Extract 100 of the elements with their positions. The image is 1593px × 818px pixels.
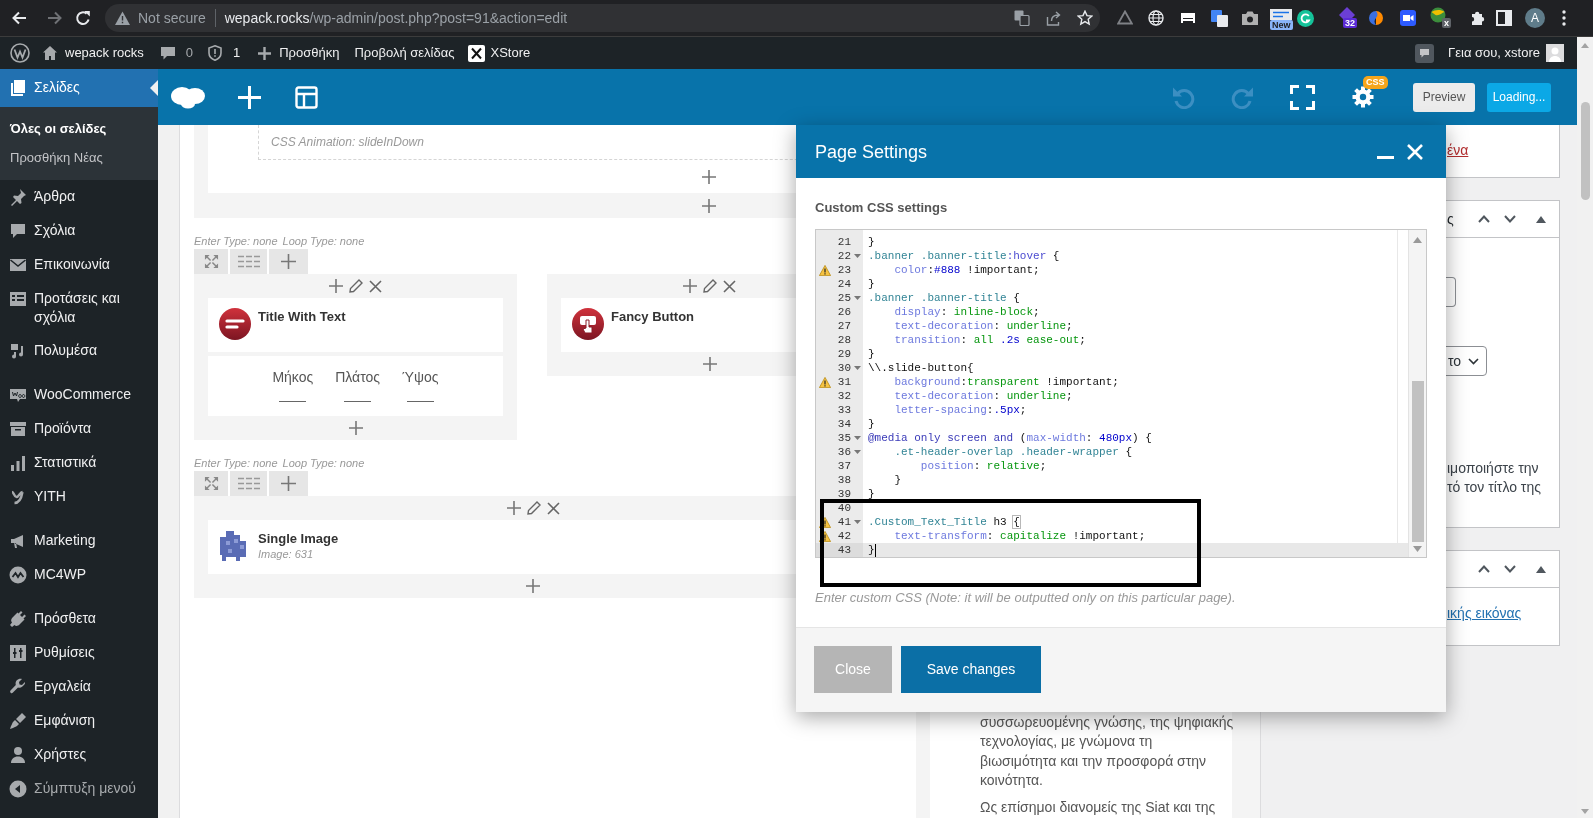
expand-button[interactable] — [194, 471, 228, 496]
swirl-icon[interactable] — [1369, 11, 1383, 25]
close-icon[interactable] — [369, 279, 382, 293]
bookmark-star-icon[interactable] — [1077, 10, 1093, 26]
speech-bubble-icon — [159, 45, 176, 61]
updates-link[interactable]: 1 — [208, 43, 241, 63]
add-icon[interactable] — [526, 579, 540, 593]
sidebar-menu-item[interactable]: Εμφάνιση — [0, 704, 158, 738]
pencil-icon[interactable] — [349, 279, 363, 293]
layout-icon[interactable] — [295, 85, 318, 109]
panel-link[interactable]: ικής εικόνας — [1447, 604, 1522, 622]
settings-icon[interactable] — [1352, 86, 1374, 108]
share-icon[interactable] — [1046, 10, 1061, 26]
home-icon — [42, 45, 58, 61]
side-panel-icon[interactable] — [1496, 10, 1512, 26]
pencil-icon[interactable] — [526, 501, 541, 515]
add-icon[interactable] — [329, 279, 343, 293]
chevron-up-icon[interactable] — [1478, 565, 1490, 573]
code-line: position: relative; — [920, 459, 1047, 473]
site-link[interactable]: wepack rocks — [42, 43, 144, 63]
add-icon[interactable] — [702, 169, 716, 184]
fold-arrow-icon[interactable] — [853, 520, 861, 524]
sidebar-menu-item[interactable]: Άρθρα — [0, 180, 158, 214]
cloud-icon[interactable] — [170, 85, 206, 109]
fold-arrow-icon[interactable] — [853, 254, 861, 258]
collapse-menu-button[interactable]: Σύμπτυξη μενού — [0, 772, 158, 806]
add-icon[interactable] — [683, 279, 697, 293]
add-icon[interactable] — [506, 501, 521, 515]
submenu-item[interactable]: Προσθήκη Νέας — [10, 143, 103, 172]
chevron-up-icon[interactable] — [1478, 215, 1490, 223]
planet-icon[interactable] — [1429, 7, 1447, 23]
sidebar-menu-item[interactable]: Χρήστες — [0, 738, 158, 772]
column-lines-icon — [237, 477, 260, 490]
save-button[interactable]: Save changes — [901, 646, 1041, 693]
triangle-up-icon[interactable] — [1536, 565, 1546, 573]
add-column-button[interactable] — [269, 471, 308, 496]
security-status[interactable]: Not secure — [138, 9, 206, 27]
fold-arrow-icon[interactable] — [853, 436, 861, 440]
forward-icon[interactable] — [47, 10, 63, 26]
comments-link[interactable]: 0 — [159, 43, 193, 63]
account-link[interactable]: Γεια σου, xstore — [1448, 43, 1564, 63]
sidebar-menu-item[interactable]: Marketing — [0, 524, 158, 558]
scrollbar-thumb[interactable] — [1580, 102, 1590, 200]
line-number: 27 — [837, 319, 851, 333]
expand-button[interactable] — [194, 249, 228, 274]
sidebar-menu-item[interactable]: Σελίδες — [0, 69, 158, 107]
add-column-button[interactable] — [269, 249, 308, 274]
sidebar-menu-item[interactable]: Προτάσεις και σχόλια — [0, 282, 158, 334]
scroll-down-icon[interactable] — [1413, 546, 1422, 552]
reload-icon[interactable] — [75, 10, 91, 26]
chevron-down-icon[interactable] — [1504, 215, 1516, 223]
scroll-up-icon[interactable] — [1413, 237, 1422, 243]
expand-arrows-icon — [203, 476, 219, 491]
sidebar-menu-item[interactable]: Επικοινωνία — [0, 248, 158, 282]
close-icon[interactable] — [723, 279, 736, 293]
sidebar-menu-item[interactable]: YITH — [0, 480, 158, 514]
pencil-icon[interactable] — [703, 279, 717, 293]
triangle-up-icon[interactable] — [1536, 215, 1546, 223]
chevron-down-icon[interactable] — [1504, 565, 1516, 573]
profile-button[interactable]: A — [1525, 8, 1545, 28]
line-number: 34 — [837, 417, 851, 431]
site-logo-icon[interactable] — [10, 43, 30, 63]
video-camera-icon[interactable] — [1400, 10, 1416, 26]
panel-link[interactable]: ένα — [1447, 141, 1469, 159]
speech-bubble-icon[interactable] — [1415, 43, 1435, 63]
address-bar[interactable]: Not secure wepack.rocks/wp-admin/post.php?post=91&action=edit — [105, 4, 1100, 32]
sidebar-menu-item[interactable]: Πρόσθετα — [0, 602, 158, 636]
more-menu-icon[interactable] — [1562, 10, 1566, 26]
view-page-link[interactable]: Προβολή σελίδας — [354, 43, 455, 63]
submenu-item[interactable]: Όλες οι σελίδες — [10, 114, 107, 143]
newspaper-icon[interactable] — [1270, 8, 1292, 20]
sidebar-menu-item[interactable]: Πολυμέσα — [0, 334, 158, 368]
sidebar-menu-item[interactable]: MC4WP — [0, 558, 158, 592]
code-editor[interactable] — [815, 229, 1427, 558]
fold-arrow-icon[interactable] — [853, 366, 861, 370]
preview-button[interactable]: Preview — [1413, 82, 1475, 112]
triangle-outline-icon[interactable] — [1117, 10, 1133, 26]
bench-icon[interactable] — [1180, 12, 1196, 24]
add-icon[interactable] — [702, 198, 716, 213]
camera-icon[interactable] — [1242, 11, 1258, 25]
fold-arrow-icon[interactable] — [853, 450, 861, 454]
sidebar-menu-item[interactable]: WooCommerce — [0, 378, 158, 412]
sidebar-menu-item[interactable]: Εργαλεία — [0, 670, 158, 704]
back-icon[interactable] — [11, 10, 27, 26]
add-icon[interactable] — [702, 357, 717, 371]
overlapping-squares-icon[interactable] — [1211, 9, 1228, 27]
add-new-link[interactable]: Προσθήκη — [258, 43, 340, 63]
sidebar-menu-item[interactable]: Προϊόντα — [0, 412, 158, 446]
puzzle-icon[interactable] — [1470, 10, 1486, 26]
globe-icon[interactable] — [1148, 10, 1164, 26]
add-icon[interactable] — [348, 421, 363, 435]
fold-arrow-icon[interactable] — [853, 296, 861, 300]
sidebar-menu-item[interactable]: Ρυθμίσεις — [0, 636, 158, 670]
theme-link[interactable]: XStore — [467, 43, 531, 63]
scrollbar-thumb[interactable] — [1411, 381, 1424, 542]
circle-g-icon[interactable] — [1297, 9, 1314, 27]
close-icon[interactable] — [546, 501, 560, 515]
sidebar-menu-item[interactable]: Σχόλια — [0, 214, 158, 248]
sidebar-menu-item[interactable]: Στατιστικά — [0, 446, 158, 480]
fullscreen-icon[interactable] — [1290, 84, 1315, 110]
